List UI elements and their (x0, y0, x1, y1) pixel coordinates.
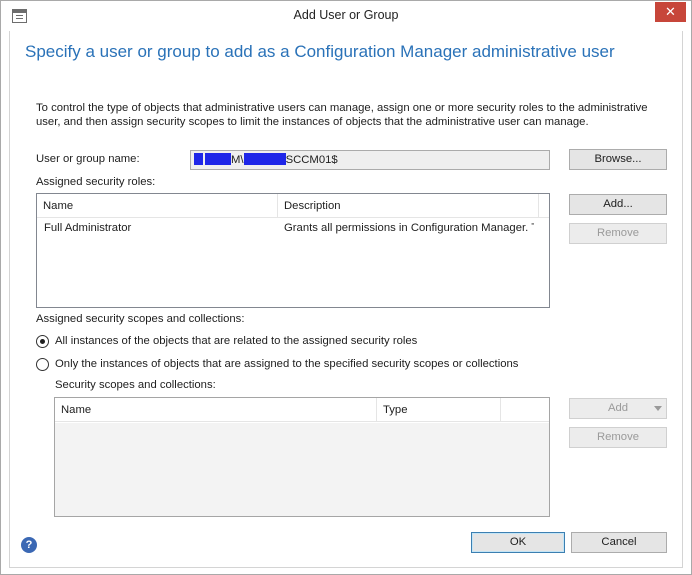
add-scope-dropdown-button[interactable]: Add (569, 398, 667, 419)
add-role-button[interactable]: Add... (569, 194, 667, 215)
user-or-group-field[interactable]: M\ SCCM01$ (190, 150, 550, 170)
browse-button[interactable]: Browse... (569, 149, 667, 170)
redacted-block (194, 153, 203, 165)
radio-specific-instances[interactable] (36, 358, 49, 371)
scopes-list-header: Name Type (55, 398, 549, 422)
radio-all-instances-label[interactable]: All instances of the objects that are re… (55, 335, 417, 347)
column-header-name[interactable]: Name (37, 194, 278, 218)
user-value-part2: SCCM01$ (285, 154, 338, 166)
dropdown-arrow-icon (654, 406, 662, 411)
scopes-list[interactable]: Name Type (54, 397, 550, 517)
help-icon[interactable]: ? (21, 537, 37, 553)
user-field-label: User or group name: (36, 153, 140, 165)
column-header-name[interactable]: Name (55, 398, 377, 422)
roles-list-header: Name Description (37, 194, 549, 218)
remove-scope-button[interactable]: Remove (569, 427, 667, 448)
window-title: Add User or Group (293, 8, 399, 22)
column-header-description[interactable]: Description (278, 194, 539, 218)
column-header-type[interactable]: Type (377, 398, 501, 422)
intro-text: To control the type of objects that admi… (36, 102, 648, 128)
roles-list[interactable]: Name Description Full Administrator Gran… (36, 193, 550, 308)
radio-all-instances[interactable] (36, 335, 49, 348)
role-name: Full Administrator (44, 222, 132, 234)
scopes-label: Assigned security scopes and collections… (36, 313, 245, 325)
redacted-block (205, 153, 231, 165)
add-scope-label: Add (607, 402, 629, 414)
radio-specific-instances-label[interactable]: Only the instances of objects that are a… (55, 358, 518, 370)
roles-label: Assigned security roles: (36, 176, 156, 188)
close-icon: ✕ (665, 4, 676, 19)
scopes-list-body (55, 423, 549, 516)
redacted-block (243, 153, 286, 165)
ok-button[interactable]: OK (471, 532, 565, 553)
user-value-part1: M\ (231, 154, 244, 166)
role-description: Grants all permissions in Configuration … (284, 222, 534, 234)
page-heading: Specify a user or group to add as a Conf… (25, 42, 615, 61)
cancel-button[interactable]: Cancel (571, 532, 667, 553)
remove-role-button[interactable]: Remove (569, 223, 667, 244)
scopes-list-label: Security scopes and collections: (55, 379, 216, 391)
title-bar: Add User or Group ✕ (1, 1, 691, 31)
close-button[interactable]: ✕ (655, 2, 686, 22)
